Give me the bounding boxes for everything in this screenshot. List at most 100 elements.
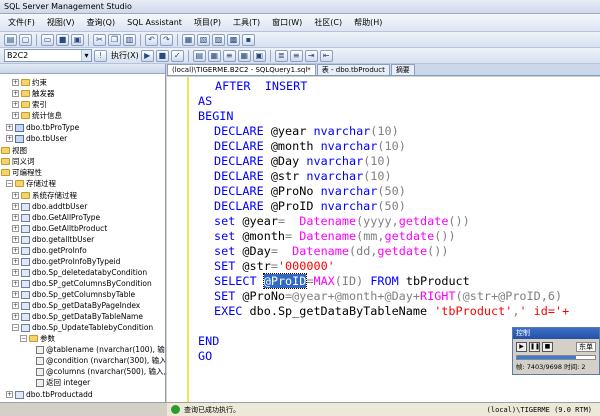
tree-item[interactable]: 视图 [1,145,27,156]
tab-table-product[interactable]: 表 - dbo.tbProduct [316,64,390,75]
parse-icon[interactable]: ✓ [170,49,184,62]
tree-item[interactable]: @condition (nvarchar(300), 输入, 3 [36,355,165,366]
expand-toggle-icon[interactable]: + [6,391,13,398]
toolbox-icon[interactable]: ▪ [242,33,255,46]
paste-icon[interactable]: ▥ [123,33,136,46]
tree-item[interactable]: 可编程性 [1,167,42,178]
tree-item[interactable]: + dbo.tbProductadd [6,389,93,400]
expand-toggle-icon[interactable]: + [12,313,19,320]
menu-tools[interactable]: 工具(T) [227,14,266,32]
display-plan-icon[interactable]: ▤ [192,49,206,62]
collapse-toggle-icon[interactable]: − [12,324,19,331]
menu-community[interactable]: 社区(C) [308,14,348,32]
menu-sql-assistant[interactable]: SQL Assistant [121,14,188,32]
query-designer-icon[interactable]: ▦ [207,49,221,62]
play-icon[interactable]: ▶ [516,342,527,352]
expand-toggle-icon[interactable]: + [12,203,19,210]
control-right-button[interactable]: 东单 [576,342,596,352]
menu-query[interactable]: 查询(Q) [81,14,122,32]
expand-toggle-icon[interactable]: + [12,101,19,108]
tree-item[interactable]: + dbo.Sp_getDataByTableName [12,311,143,322]
tree-item[interactable]: + 索引 [12,99,47,110]
database-select[interactable]: B2C2 ▾ [4,49,92,62]
menu-view[interactable]: 视图(V) [41,14,81,32]
menu-window[interactable]: 窗口(W) [266,14,308,32]
tree-item[interactable]: + dbo.getalltbUser [12,234,94,245]
tree-item[interactable]: 返回 integer [36,377,90,388]
comment-icon[interactable]: ≣ [274,49,288,62]
execute-button[interactable]: 执行(X) [111,50,139,61]
expand-toggle-icon[interactable]: + [6,124,13,131]
tree-item[interactable]: + dbo.GetAlltbProduct [12,223,107,234]
tree-item[interactable]: − dbo.Sp_UpdateTablebyCondition [12,322,153,333]
results-grid-icon[interactable]: ▦ [237,49,251,62]
uncomment-icon[interactable]: ≡ [289,49,303,62]
open-folder-icon[interactable]: ▭ [41,33,54,46]
template-explorer-icon[interactable]: ▨ [212,33,225,46]
expand-toggle-icon[interactable]: + [12,192,19,199]
menu-file[interactable]: 文件(F) [2,14,41,32]
undo-icon[interactable]: ↶ [145,33,158,46]
playback-control-window[interactable]: 控制 ▶ ❚❚ ■ 东单 帧: 7403/9698 时间: 2 [512,327,600,375]
new-file-icon[interactable]: ▢ [19,33,32,46]
outdent-icon[interactable]: ⇤ [319,49,333,62]
expand-toggle-icon[interactable]: + [12,79,19,86]
menu-help[interactable]: 帮助(H) [348,14,388,32]
tree-item[interactable]: + dbo.SP_getColumnsByCondition [12,278,152,289]
playback-progress-bar[interactable] [516,355,596,360]
tree-item[interactable]: @tablename (nvarchar(100), 输入, [36,344,165,355]
object-explorer-icon[interactable]: ▧ [197,33,210,46]
tree-item[interactable]: + 系统存储过程 [12,190,77,201]
tree-item[interactable]: + 约束 [12,77,47,88]
new-query-icon[interactable]: ▤ [4,33,17,46]
expand-toggle-icon[interactable]: + [12,90,19,97]
execute-icon[interactable]: ! [94,49,107,62]
properties-icon[interactable]: ▩ [227,33,240,46]
expand-toggle-icon[interactable]: + [12,112,19,119]
tab-query[interactable]: (local)\TIGERME.B2C2 - SQLQuery1.sql* [167,64,316,75]
debug-icon[interactable]: ▶ [140,49,154,62]
results-text-icon[interactable]: ≡ [222,49,236,62]
expand-toggle-icon[interactable]: + [12,258,19,265]
tree-item[interactable]: − 参数 [20,333,55,344]
menu-project[interactable]: 项目(P) [188,14,227,32]
tree-item[interactable]: − 存储过程 [6,178,56,189]
cut-icon[interactable]: ✂ [93,33,106,46]
expand-toggle-icon[interactable]: + [6,135,13,142]
results-file-icon[interactable]: ▣ [252,49,266,62]
expand-toggle-icon[interactable]: + [12,291,19,298]
expand-toggle-icon[interactable]: + [12,302,19,309]
expand-toggle-icon[interactable]: + [12,247,19,254]
tree-item[interactable]: + dbo.tbUser [6,133,67,144]
copy-icon[interactable]: ❐ [108,33,121,46]
tree-item[interactable]: @columns (nvarchar(500), 输入, 无 [36,366,165,377]
parameter-icon [36,356,44,365]
tree-item[interactable]: + dbo.Sp_getColumnsbyTable [12,289,135,300]
pause-icon[interactable]: ❚❚ [529,342,540,352]
expand-toggle-icon[interactable]: + [12,225,19,232]
tree-item[interactable]: + dbo.Sp_deletedatabyCondition [12,267,147,278]
tree-item[interactable]: + dbo.Sp_getDataByPageIndex [12,300,140,311]
tree-item[interactable]: + dbo.getProInfoByTypeid [12,256,120,267]
collapse-toggle-icon[interactable]: − [20,335,27,342]
cancel-query-icon[interactable]: ■ [155,49,169,62]
expand-toggle-icon[interactable]: + [12,269,19,276]
tree-item[interactable]: + dbo.addtbUser [12,201,87,212]
collapse-toggle-icon[interactable]: − [6,180,13,187]
save-icon[interactable]: ■ [56,33,69,46]
tree-item[interactable]: + dbo.tbProType [6,122,79,133]
indent-icon[interactable]: ⇥ [304,49,318,62]
registered-servers-icon[interactable]: ▦ [182,33,195,46]
tab-summary[interactable]: 摘要 [390,64,415,75]
tree-item[interactable]: 同义词 [1,156,35,167]
redo-icon[interactable]: ↷ [160,33,173,46]
expand-toggle-icon[interactable]: + [12,236,19,243]
expand-toggle-icon[interactable]: + [12,280,19,287]
tree-item[interactable]: + dbo.GetAllProType [12,212,100,223]
stop-icon[interactable]: ■ [542,342,553,352]
tree-item[interactable]: + 触发器 [12,88,55,99]
expand-toggle-icon[interactable]: + [12,214,19,221]
save-all-icon[interactable]: ▣ [71,33,84,46]
tree-item[interactable]: + 统计信息 [12,110,62,121]
tree-item[interactable]: + dbo.getProInfo [12,245,87,256]
